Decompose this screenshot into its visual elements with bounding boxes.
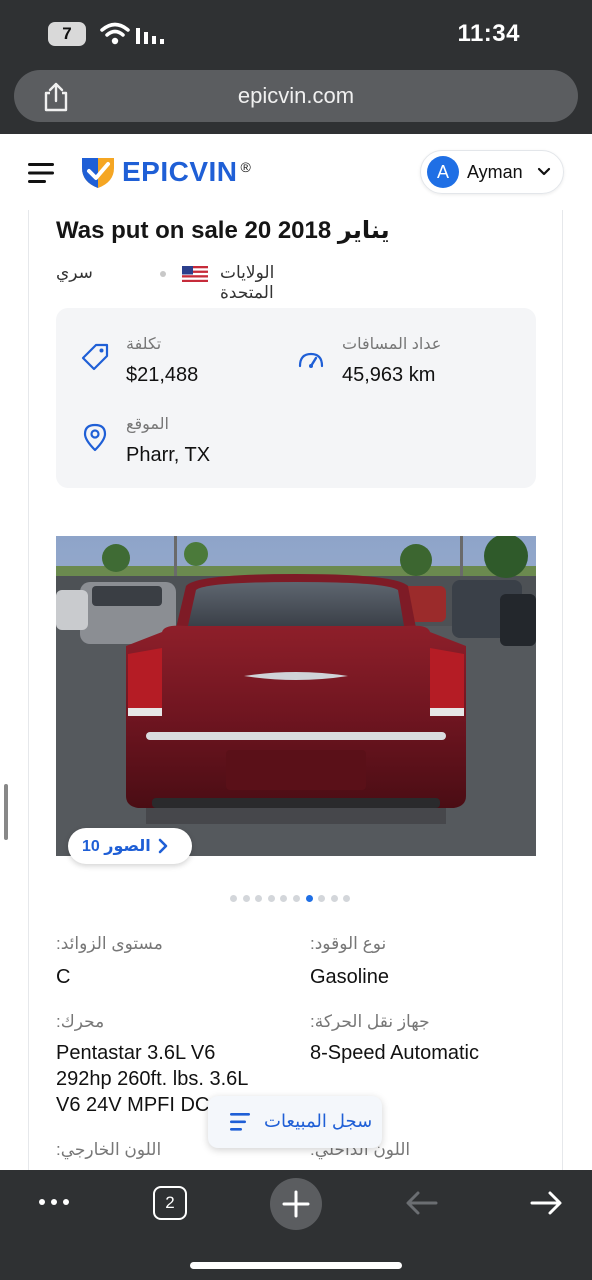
carousel-dot[interactable] <box>267 895 275 902</box>
status-bar: 7 11:34 epicvin.com <box>0 0 592 122</box>
odometer-label: عداد المسافات <box>342 336 442 353</box>
speedometer-icon <box>298 352 324 368</box>
price-label: تكلفة <box>126 336 162 353</box>
new-tab-button[interactable] <box>270 1178 322 1230</box>
back-arrow-icon[interactable] <box>404 1188 440 1218</box>
fuel-label: :نوع الوقود <box>310 934 387 953</box>
carousel-dot[interactable] <box>230 895 237 902</box>
location-pin-icon <box>83 423 107 452</box>
battery-indicator: 7 <box>48 22 86 46</box>
separator-dot <box>160 271 166 277</box>
carousel-dot[interactable] <box>343 895 351 902</box>
fuel-value: Gasoline <box>310 966 389 988</box>
sales-history-label: سجل المبيعات <box>264 1111 373 1131</box>
carousel-dot[interactable] <box>280 895 288 902</box>
transmission-value: 8-Speed Automatic <box>310 1042 479 1064</box>
location-value: Pharr, TX <box>126 444 211 466</box>
odometer-value: 45,963 km <box>342 364 436 386</box>
card-border <box>28 210 29 1170</box>
carousel-dot[interactable] <box>242 895 250 902</box>
sales-history-button[interactable]: سجل المبيعات <box>208 1096 382 1148</box>
user-menu-button[interactable]: A Ayman <box>420 150 564 194</box>
price-value: $21,488 <box>126 364 199 386</box>
condition-text: سري <box>56 263 93 282</box>
web-page: EPICVIN ® A Ayman Was put on sale 20 201… <box>0 134 592 1170</box>
clock: 11:34 <box>457 20 520 47</box>
chevron-down-icon <box>537 167 551 176</box>
trim-value: C <box>56 966 71 988</box>
list-icon <box>230 1113 250 1131</box>
country-text: الولايات المتحدة <box>220 263 275 302</box>
avatar: A <box>427 156 459 188</box>
logo[interactable]: EPICVIN ® <box>80 152 251 192</box>
hamburger-menu-icon[interactable] <box>28 162 56 184</box>
exterior-color-label: :اللون الخارجي <box>56 1140 162 1159</box>
browser-toolbar: 2 <box>0 1170 592 1280</box>
carousel-dots[interactable] <box>230 894 370 904</box>
carousel-dot[interactable] <box>330 895 338 902</box>
car-photo[interactable] <box>56 536 536 856</box>
logo-shield-icon <box>82 158 114 188</box>
engine-label: :محرك <box>56 1012 105 1031</box>
trim-label: :مستوى الزوائد <box>56 934 163 953</box>
home-indicator <box>190 1262 402 1269</box>
listing-meta: سري الولايات المتحدة <box>56 261 296 302</box>
chevron-right-icon <box>158 838 168 854</box>
url-text[interactable]: epicvin.com <box>14 83 578 109</box>
location-label: الموقع <box>126 416 169 433</box>
carousel-dot[interactable] <box>305 895 313 902</box>
transmission-label: :جهاز نقل الحركة <box>310 1012 430 1031</box>
logo-registered-mark: ® <box>240 159 251 175</box>
car-rear-image <box>56 536 536 856</box>
carousel-dot[interactable] <box>255 895 263 902</box>
us-flag-icon <box>182 266 208 282</box>
carousel-dot[interactable] <box>293 895 300 902</box>
price-tag-icon <box>81 343 109 371</box>
user-name: Ayman <box>467 162 523 182</box>
photos-button-label: الصور 10 <box>82 838 151 855</box>
carousel-dot[interactable] <box>318 895 326 902</box>
signal-icon <box>136 28 164 44</box>
listing-title: Was put on sale 20 2018 يناير <box>56 217 390 244</box>
card-border <box>562 210 563 1170</box>
scroll-indicator <box>4 784 8 840</box>
url-bar[interactable]: epicvin.com <box>14 70 578 122</box>
logo-text: EPICVIN <box>122 156 238 187</box>
info-box: تكلفة $21,488 عداد المسافات 45,963 km ال… <box>56 308 536 488</box>
forward-arrow-icon[interactable] <box>528 1188 564 1218</box>
site-header: EPICVIN ® A Ayman <box>0 134 592 210</box>
more-options-icon[interactable] <box>36 1190 76 1214</box>
wifi-icon <box>100 22 130 45</box>
photos-count-button[interactable]: الصور 10 <box>68 828 192 864</box>
tabs-count-button[interactable]: 2 <box>153 1186 187 1220</box>
plus-icon <box>282 1190 310 1218</box>
